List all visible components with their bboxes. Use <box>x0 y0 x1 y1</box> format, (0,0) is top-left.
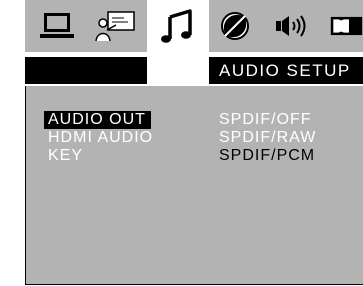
tab-audio-setup[interactable] <box>147 0 209 52</box>
tab-general-setup[interactable] <box>35 0 79 52</box>
speaker-icon <box>276 15 306 37</box>
menu-item-audio-out[interactable]: AUDIO OUT <box>44 111 151 129</box>
option-spdif-raw[interactable]: SPDIF/RAW <box>219 129 316 147</box>
menu-item-key[interactable]: KEY <box>48 147 83 165</box>
option-spdif-pcm[interactable]: SPDIF/PCM <box>219 147 315 165</box>
header-band: AUDIO SETUP <box>209 57 363 84</box>
monitor-icon <box>40 13 74 38</box>
tab-video-setup[interactable] <box>215 0 255 52</box>
audio-setup-screen: AUDIO SETUP AUDIO OUT HDMI AUDIO KEY SPD… <box>25 0 363 286</box>
music-note-icon <box>161 9 192 43</box>
option-spdif-off[interactable]: SPDIF/OFF <box>219 111 312 129</box>
header-band-left <box>25 57 147 84</box>
settings-panel: AUDIO OUT HDMI AUDIO KEY SPDIF/OFF SPDIF… <box>25 86 363 285</box>
tab-speaker-setup[interactable] <box>91 0 141 52</box>
menu-item-hdmi-audio[interactable]: HDMI AUDIO <box>48 129 153 147</box>
page-title: AUDIO SETUP <box>219 61 351 80</box>
tab-dolby[interactable] <box>330 0 363 52</box>
tab-speaker-output[interactable] <box>270 0 312 52</box>
dolby-icon <box>330 16 363 36</box>
presenter-icon <box>95 11 135 42</box>
contrast-icon <box>221 12 249 40</box>
